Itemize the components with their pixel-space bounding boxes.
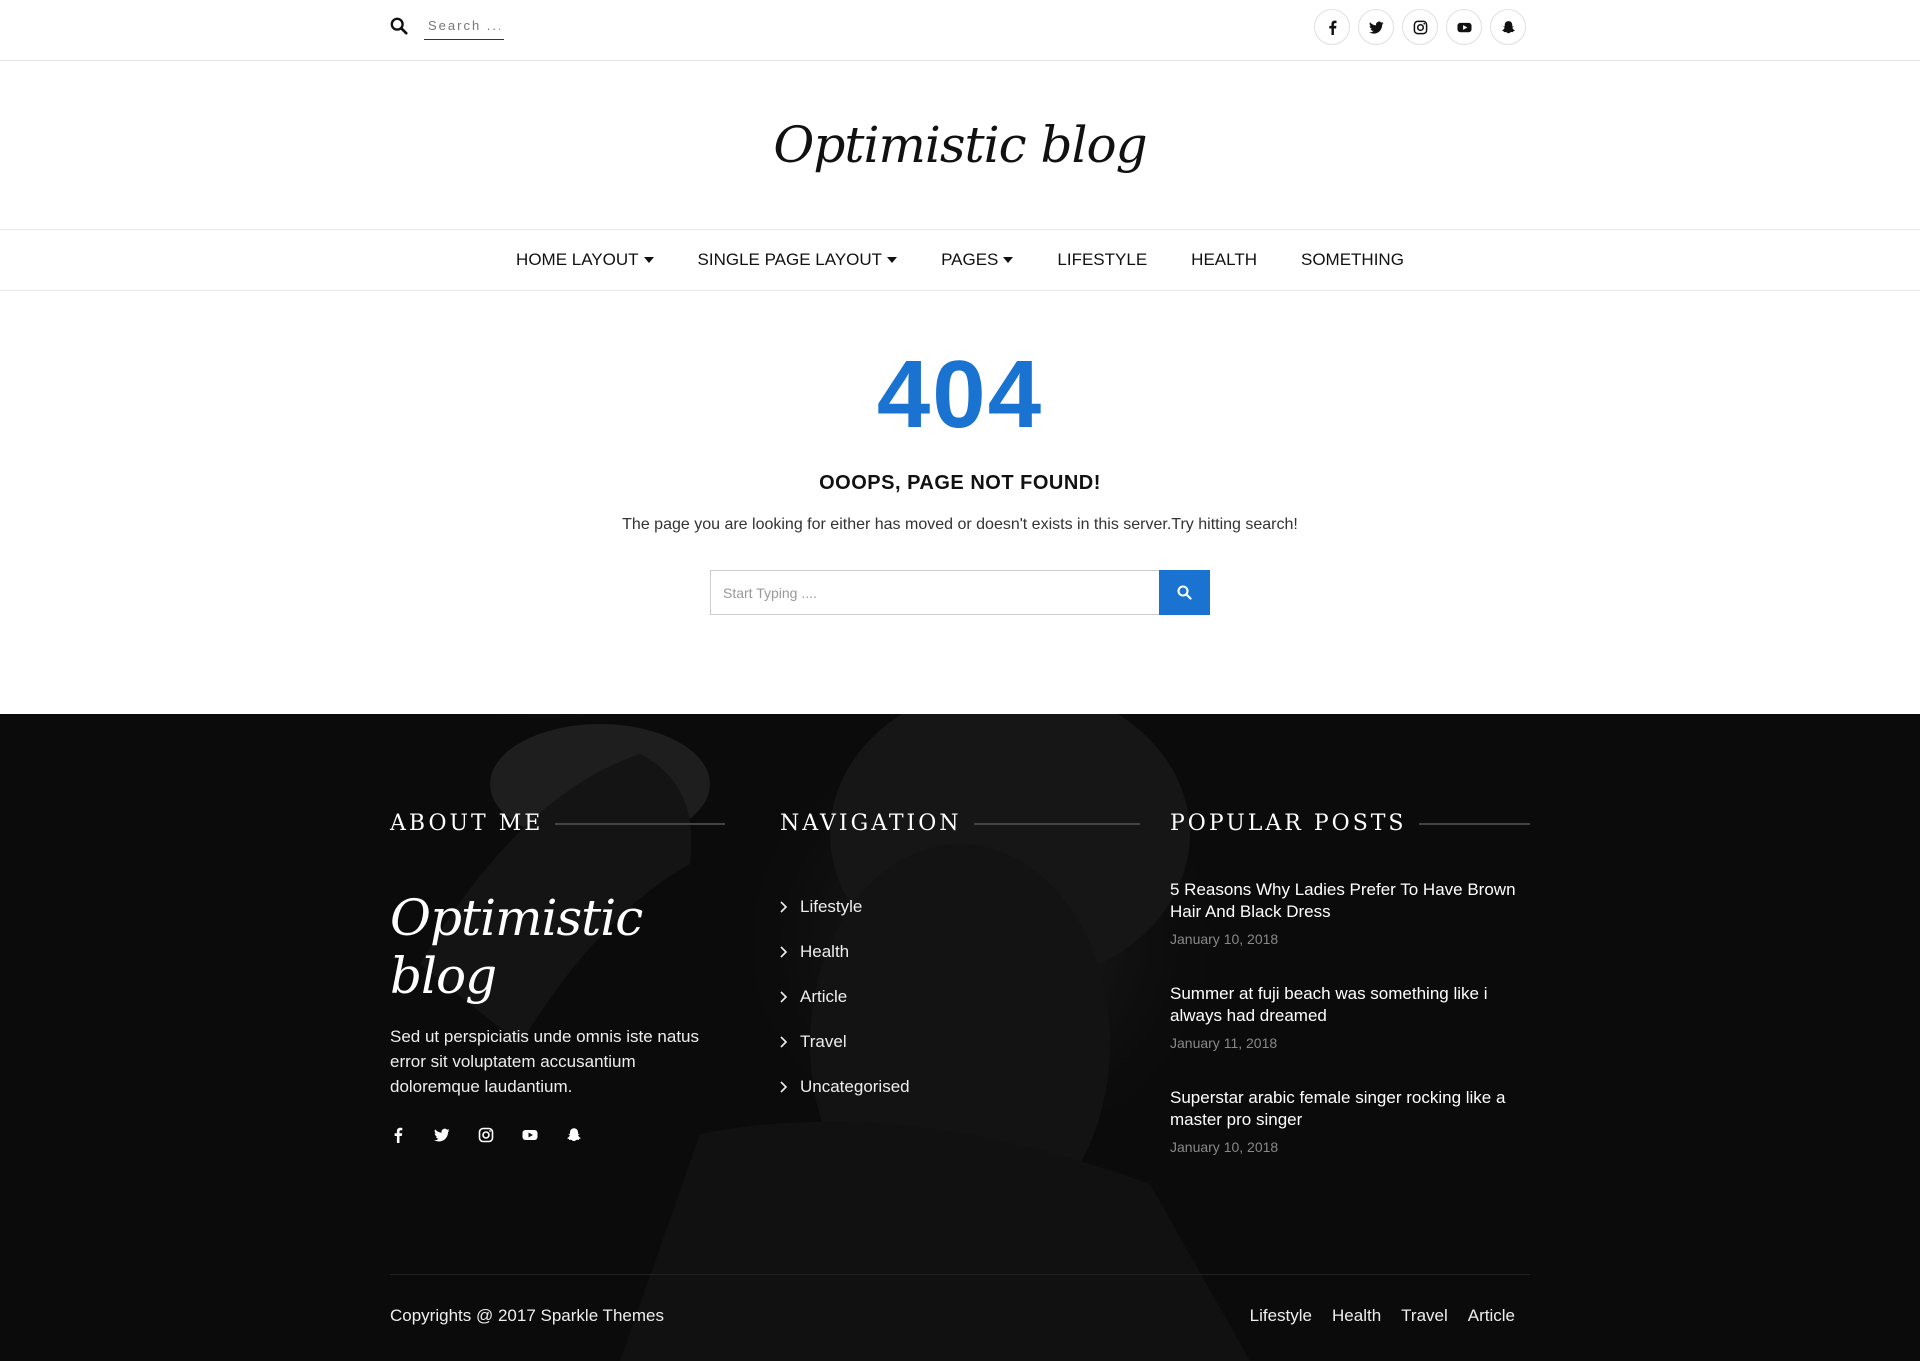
popular-post-title[interactable]: Summer at fuji beach was something like …	[1170, 983, 1540, 1027]
nav-item-label: PAGES	[941, 250, 999, 269]
popular-post-date: January 10, 2018	[1170, 931, 1279, 947]
caret-down-icon	[887, 257, 898, 263]
footer-content: ABOUT ME Optimistic blog Sed ut perspici…	[0, 714, 1920, 1361]
main-navigation: HOME LAYOUT SINGLE PAGE LAYOUT PAGES LIF…	[0, 230, 1920, 291]
footer-bottom-links: Lifestyle Health Travel Article	[1250, 1306, 1515, 1326]
facebook-icon[interactable]	[1314, 9, 1350, 45]
popular-post-title[interactable]: Superstar arabic female singer rocking l…	[1170, 1087, 1540, 1131]
top-search	[390, 12, 504, 40]
footer-link-health[interactable]: Health	[1332, 1306, 1381, 1326]
site-footer: ABOUT ME Optimistic blog Sed ut perspici…	[0, 714, 1920, 1361]
popular-post: Summer at fuji beach was something like …	[1170, 983, 1540, 1087]
error-search-input[interactable]	[710, 570, 1159, 615]
heading-divider	[555, 822, 725, 825]
nav-item-home-layout[interactable]: HOME LAYOUT	[516, 250, 654, 270]
site-logo[interactable]: Optimistic blog	[773, 116, 1147, 174]
instagram-icon[interactable]	[1402, 9, 1438, 45]
chevron-right-icon	[780, 990, 788, 1003]
heading-divider	[1418, 822, 1530, 825]
nav-item-label: SOMETHING	[1300, 250, 1404, 269]
footer-link-travel[interactable]: Travel	[1401, 1306, 1448, 1326]
chevron-right-icon	[780, 1080, 788, 1093]
nav-item-label: HOME LAYOUT	[516, 250, 639, 269]
error-title: OOOPS, PAGE NOT FOUND!	[819, 472, 1101, 494]
youtube-icon[interactable]	[522, 1127, 538, 1143]
site-header: Optimistic blog	[0, 61, 1920, 230]
popular-post-date: January 10, 2018	[1170, 1139, 1279, 1155]
top-bar	[0, 0, 1920, 61]
error-search-form	[710, 570, 1210, 615]
error-code: 404	[876, 341, 1044, 448]
nav-item-pages[interactable]: PAGES	[941, 250, 1014, 270]
social-links-top	[1314, 9, 1526, 45]
nav-item-label: SINGLE PAGE LAYOUT	[697, 250, 883, 269]
footer-link-article[interactable]: Article	[1468, 1306, 1515, 1326]
footer-heading-text: POPULAR POSTS	[1170, 811, 1407, 836]
footer-nav-label: Health	[800, 941, 850, 961]
twitter-icon[interactable]	[1358, 9, 1394, 45]
footer-nav-label: Uncategorised	[800, 1076, 910, 1096]
footer-nav-item-lifestyle[interactable]: Lifestyle	[780, 884, 910, 929]
chevron-right-icon	[780, 900, 788, 913]
youtube-icon[interactable]	[1446, 9, 1482, 45]
footer-heading: POPULAR POSTS	[1170, 811, 1530, 836]
search-icon	[1177, 585, 1192, 600]
error-description: The page you are looking for either has …	[622, 516, 1298, 533]
top-search-input[interactable]	[424, 12, 504, 40]
popular-post-title[interactable]: 5 Reasons Why Ladies Prefer To Have Brow…	[1170, 879, 1540, 923]
popular-post: 5 Reasons Why Ladies Prefer To Have Brow…	[1170, 879, 1540, 983]
nav-item-lifestyle[interactable]: LIFESTYLE	[1057, 250, 1147, 270]
snapchat-icon[interactable]	[566, 1127, 582, 1143]
error-section: 404 OOOPS, PAGE NOT FOUND! The page you …	[0, 291, 1920, 714]
footer-social-links	[390, 1127, 582, 1143]
footer-nav-label: Article	[800, 986, 848, 1006]
nav-item-single-page-layout[interactable]: SINGLE PAGE LAYOUT	[698, 250, 898, 270]
heading-divider	[973, 822, 1140, 825]
footer-heading: NAVIGATION	[780, 811, 1140, 836]
footer-nav-label: Lifestyle	[800, 896, 863, 916]
nav-item-label: HEALTH	[1191, 250, 1257, 269]
search-icon[interactable]	[390, 17, 408, 35]
facebook-icon[interactable]	[390, 1127, 406, 1143]
caret-down-icon	[1003, 257, 1014, 263]
chevron-right-icon	[780, 945, 788, 958]
footer-nav-label: Travel	[800, 1031, 847, 1051]
popular-post: Superstar arabic female singer rocking l…	[1170, 1087, 1540, 1191]
error-search-button[interactable]	[1159, 570, 1210, 615]
popular-post-date: January 11, 2018	[1170, 1035, 1278, 1051]
footer-link-lifestyle[interactable]: Lifestyle	[1250, 1306, 1312, 1326]
footer-logo[interactable]: Optimistic blog	[390, 889, 725, 1005]
twitter-icon[interactable]	[434, 1127, 450, 1143]
nav-item-something[interactable]: SOMETHING	[1301, 250, 1404, 270]
snapchat-icon[interactable]	[1490, 9, 1526, 45]
footer-nav-item-uncategorised[interactable]: Uncategorised	[780, 1064, 910, 1109]
footer-heading-text: NAVIGATION	[780, 811, 962, 836]
footer-about-text: Sed ut perspiciatis unde omnis iste natu…	[390, 1027, 700, 1096]
footer-nav-item-health[interactable]: Health	[780, 929, 910, 974]
footer-divider	[390, 1274, 1530, 1275]
nav-item-health[interactable]: HEALTH	[1191, 250, 1257, 270]
footer-nav-item-travel[interactable]: Travel	[780, 1019, 910, 1064]
chevron-right-icon	[780, 1035, 788, 1048]
caret-down-icon	[643, 257, 654, 263]
nav-item-label: LIFESTYLE	[1057, 250, 1148, 269]
copyright-text: Copyrights @ 2017 Sparkle Themes	[390, 1306, 664, 1325]
footer-heading-text: ABOUT ME	[390, 811, 544, 836]
footer-heading: ABOUT ME	[390, 811, 725, 836]
popular-posts-list: 5 Reasons Why Ladies Prefer To Have Brow…	[1170, 879, 1540, 1191]
footer-nav-list: Lifestyle Health Article Travel Uncatego…	[780, 884, 910, 1109]
instagram-icon[interactable]	[478, 1127, 494, 1143]
footer-nav-item-article[interactable]: Article	[780, 974, 910, 1019]
